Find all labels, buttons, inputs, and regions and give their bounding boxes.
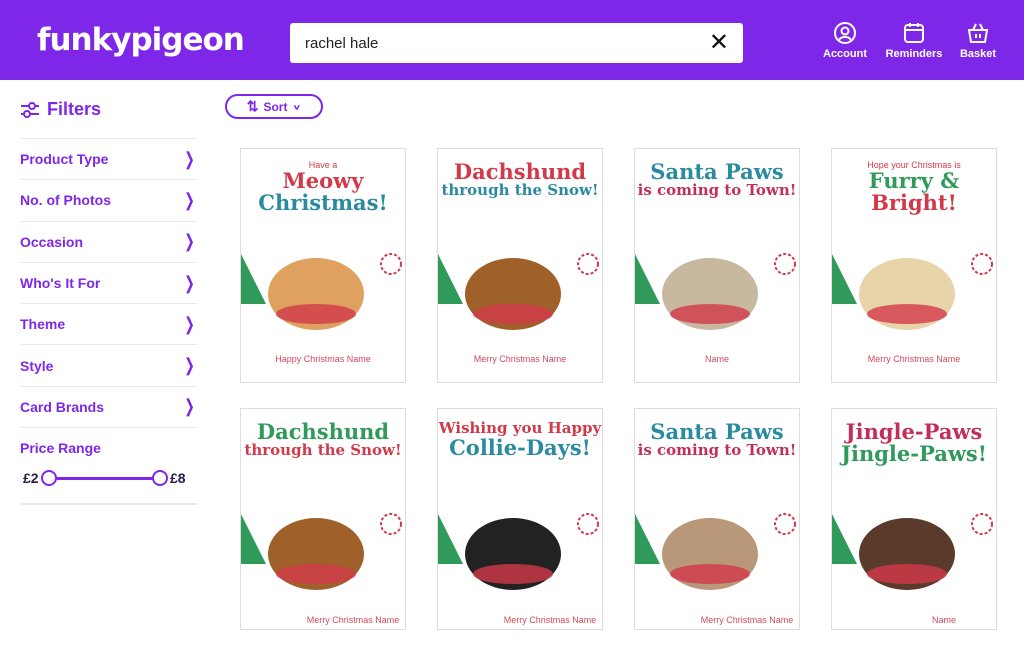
- product-card[interactable]: Santa Paws is coming to Town! Name: [634, 148, 800, 383]
- filter-occasion[interactable]: Occasion ❯: [20, 220, 197, 262]
- card-footer-text: Merry Christmas Name: [306, 615, 400, 626]
- chevron-right-icon: ❯: [184, 231, 195, 252]
- basket-button[interactable]: Basket: [958, 22, 998, 60]
- card-footer-text: Merry Christmas Name: [700, 615, 794, 626]
- filter-list: Product Type ❯ No. of Photos ❯ Occasion ❯ W…: [20, 138, 197, 506]
- filter-label: Product Type: [20, 151, 109, 168]
- card-title: Santa Paws is coming to Town!: [635, 409, 799, 459]
- card-footer-text: Name: [931, 615, 956, 626]
- price-range: Price Range £2 £8: [20, 427, 197, 506]
- clear-search-icon[interactable]: ✕: [709, 31, 729, 55]
- chevron-right-icon: ❯: [184, 355, 195, 376]
- account-label: Account: [823, 48, 867, 60]
- slider-max-handle[interactable]: [152, 470, 168, 487]
- card-photo: [438, 494, 602, 596]
- card-footer-text: Merry Christmas Name: [867, 354, 961, 365]
- search-value[interactable]: rachel hale: [305, 35, 378, 52]
- product-card[interactable]: Jingle-Paws Jingle-Paws! Name: [831, 408, 997, 630]
- card-title-line: Collie-Days!: [449, 434, 591, 460]
- card-title-line: Meowy: [282, 168, 364, 194]
- calendar-icon: [904, 23, 924, 43]
- card-title-line: Dachshund: [453, 159, 587, 184]
- product-card[interactable]: Hope your Christmas is Furry & Bright! Merr…: [831, 148, 997, 383]
- card-footer-text: Happy Christmas Name: [275, 354, 371, 365]
- card-title-line: Furry &: [868, 168, 960, 194]
- sort-label: Sort: [263, 99, 288, 114]
- filter-label: Occasion: [20, 233, 84, 250]
- card-title-line: Jingle-Paws: [845, 419, 983, 444]
- filter-label: No. of Photos: [20, 192, 111, 209]
- card-title-line: Santa Paws: [650, 419, 784, 444]
- sort-icon: ⇅: [246, 98, 259, 114]
- card-photo: [635, 234, 799, 349]
- card-title-line: is coming to Town!: [637, 181, 797, 200]
- card-photo: [635, 494, 799, 596]
- card-photo: [241, 234, 405, 349]
- card-title-line: Bright!: [871, 190, 957, 216]
- slider-min-handle[interactable]: [41, 470, 57, 487]
- product-card[interactable]: Wishing you Happy Collie-Days! Merry Chris…: [437, 408, 603, 630]
- card-title: Dachshund through the Snow!: [438, 149, 602, 199]
- filters-title: Filters: [47, 99, 102, 119]
- card-title-line: Christmas!: [258, 190, 388, 216]
- filter-card-brands[interactable]: Card Brands ❯: [20, 385, 197, 427]
- chevron-right-icon: ❯: [184, 396, 195, 417]
- filter-label: Theme: [20, 316, 66, 333]
- product-card[interactable]: Dachshund through the Snow! Merry Christma…: [437, 148, 603, 383]
- card-title-line: through the Snow!: [244, 441, 402, 460]
- logo[interactable]: funkypigeon: [37, 22, 245, 58]
- card-title: Have a Meowy Christmas!: [241, 149, 405, 215]
- filter-label: Card Brands: [20, 398, 105, 415]
- product-card[interactable]: Dachshund through the Snow! Merry Christma…: [240, 408, 406, 630]
- header: funkypigeon rachel hale ✕ Account Remind…: [0, 0, 1024, 80]
- slider-track[interactable]: [48, 477, 161, 481]
- card-photo: [832, 494, 996, 596]
- chevron-right-icon: ❯: [184, 313, 195, 334]
- card-title: Hope your Christmas is Furry & Bright!: [832, 149, 996, 215]
- filter-label: Who's It For: [20, 275, 101, 292]
- filter-label: Style: [20, 357, 54, 374]
- filter-whos-it-for[interactable]: Who's It For ❯: [20, 261, 197, 303]
- price-slider[interactable]: £2 £8: [20, 468, 197, 488]
- card-footer-text: Merry Christmas Name: [503, 615, 597, 626]
- card-title-line: Santa Paws: [650, 159, 784, 184]
- sort-button[interactable]: ⇅ Sort ∨: [225, 94, 323, 119]
- product-card[interactable]: Santa Paws is coming to Town! Merry Christ…: [634, 408, 800, 630]
- chevron-right-icon: ❯: [184, 189, 195, 210]
- chevron-right-icon: ❯: [184, 272, 195, 293]
- basket-label: Basket: [959, 48, 997, 60]
- card-title: Santa Paws is coming to Town!: [635, 149, 799, 199]
- reminders-button[interactable]: Reminders: [884, 22, 944, 60]
- chevron-down-icon: ∨: [292, 102, 302, 111]
- card-title-line: through the Snow!: [441, 181, 599, 200]
- card-footer-text: Name: [704, 354, 729, 365]
- chevron-right-icon: ❯: [184, 148, 195, 169]
- card-title-line: Jingle-Paws!: [841, 441, 987, 467]
- card-photo: [438, 234, 602, 349]
- filter-no-of-photos[interactable]: No. of Photos ❯: [20, 179, 197, 220]
- price-max: £8: [170, 470, 186, 487]
- card-title-line: Dachshund: [256, 419, 390, 444]
- filter-style[interactable]: Style ❯: [20, 344, 197, 385]
- price-range-label: Price Range: [20, 440, 101, 457]
- reminders-label: Reminders: [885, 48, 943, 60]
- card-photo: [832, 234, 996, 349]
- card-title: Wishing you Happy Collie-Days!: [438, 409, 602, 459]
- card-photo: [241, 494, 405, 596]
- account-button[interactable]: Account: [822, 22, 868, 60]
- account-icon: [834, 22, 856, 44]
- filter-theme[interactable]: Theme ❯: [20, 303, 197, 344]
- card-footer-text: Merry Christmas Name: [473, 354, 567, 365]
- filters-icon: [21, 101, 39, 118]
- filters-heading[interactable]: Filters: [20, 99, 101, 120]
- price-min: £2: [23, 470, 39, 487]
- card-title: Dachshund through the Snow!: [241, 409, 405, 459]
- card-title: Jingle-Paws Jingle-Paws!: [832, 409, 996, 465]
- card-title-line: is coming to Town!: [637, 441, 797, 460]
- basket-icon: [967, 23, 989, 43]
- product-card[interactable]: Have a Meowy Christmas! Happy Christmas Nam…: [240, 148, 406, 383]
- search-input[interactable]: rachel hale ✕: [290, 23, 743, 63]
- filter-product-type[interactable]: Product Type ❯: [20, 138, 197, 179]
